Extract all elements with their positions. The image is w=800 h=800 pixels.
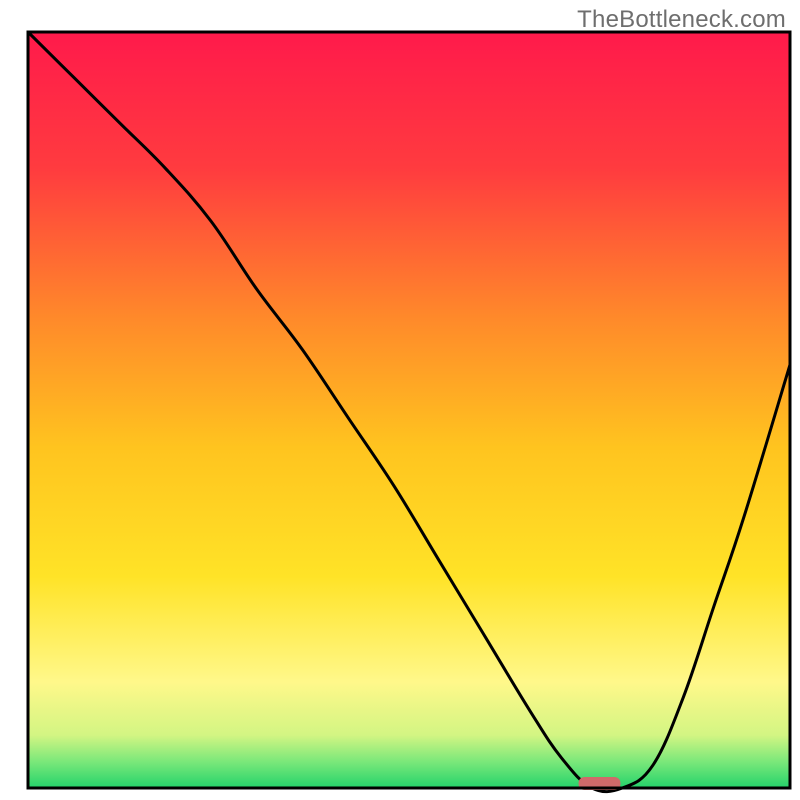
watermark-label: TheBottleneck.com: [577, 6, 786, 34]
bottleneck-chart: [0, 0, 800, 800]
chart-container: TheBottleneck.com: [0, 0, 800, 800]
